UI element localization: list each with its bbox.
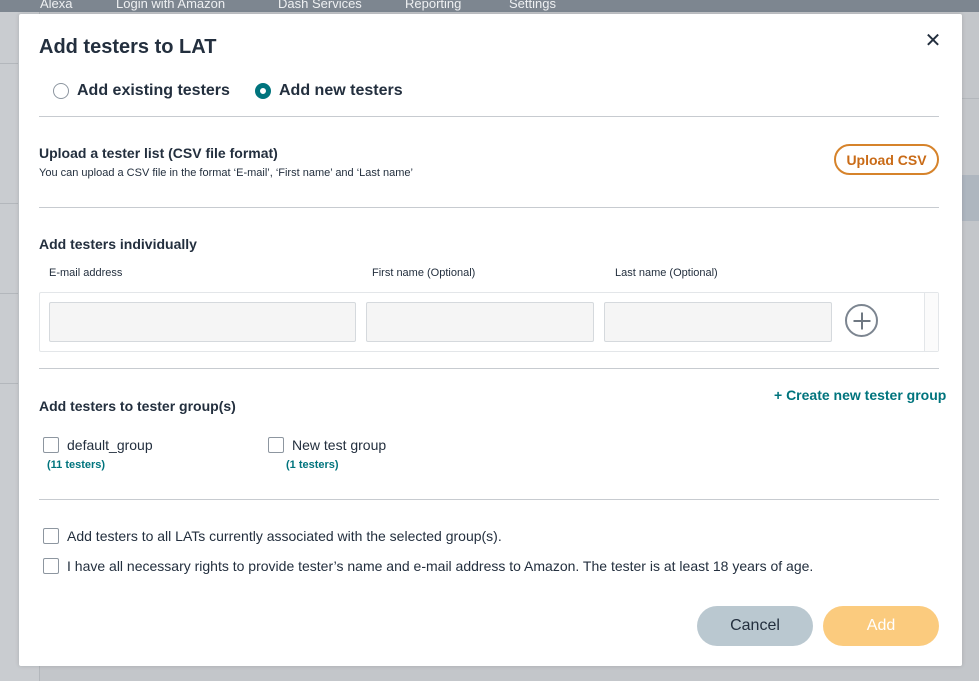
dialog-title: Add testers to LAT bbox=[39, 36, 217, 58]
background-divider bbox=[0, 293, 18, 294]
plus-circle-icon[interactable] bbox=[845, 304, 878, 337]
section-divider bbox=[39, 207, 939, 208]
radio-label: Add existing testers bbox=[77, 82, 230, 99]
group-checkbox-new-test-group[interactable] bbox=[268, 437, 284, 453]
associate-all-lats-checkbox[interactable] bbox=[43, 528, 59, 544]
close-icon[interactable]: ✕ bbox=[924, 31, 942, 51]
individual-section-title: Add testers individually bbox=[39, 236, 197, 252]
group-tester-count: (1 testers) bbox=[286, 459, 339, 471]
upload-section-description: You can upload a CSV file in the format … bbox=[39, 167, 413, 179]
background-top-nav: Alexa Login with Amazon Dash Services Re… bbox=[0, 0, 979, 12]
radio-add-new-testers[interactable]: Add new testers bbox=[255, 81, 403, 101]
background-divider bbox=[0, 203, 18, 204]
create-tester-group-link[interactable]: + Create new tester group bbox=[774, 387, 946, 403]
background-nav-dash-services: Dash Services bbox=[278, 0, 362, 11]
first-name-field[interactable] bbox=[366, 302, 594, 342]
rights-confirmation-checkbox[interactable] bbox=[43, 558, 59, 574]
tester-entry-panel bbox=[39, 292, 939, 352]
email-field[interactable] bbox=[49, 302, 356, 342]
first-name-column-label: First name (Optional) bbox=[372, 267, 476, 279]
background-nav-reporting: Reporting bbox=[405, 0, 462, 11]
group-name: default_group bbox=[67, 437, 153, 453]
upload-section-title: Upload a tester list (CSV file format) bbox=[39, 145, 278, 161]
radio-button[interactable] bbox=[53, 83, 69, 99]
upload-csv-button[interactable]: Upload CSV bbox=[834, 144, 939, 175]
group-name: New test group bbox=[292, 437, 387, 453]
background-header-cell bbox=[962, 175, 979, 221]
section-divider bbox=[39, 368, 939, 369]
background-nav-alexa: Alexa bbox=[40, 0, 73, 11]
add-testers-dialog: Add testers to LAT ✕ Add existing tester… bbox=[19, 14, 962, 666]
email-column-label: E-mail address bbox=[49, 267, 123, 279]
groups-section-title: Add testers to tester group(s) bbox=[39, 398, 236, 414]
section-divider bbox=[39, 499, 939, 500]
group-checkbox-default-group[interactable] bbox=[43, 437, 59, 453]
cancel-button[interactable]: Cancel bbox=[697, 606, 813, 646]
rights-confirmation-label: I have all necessary rights to provide t… bbox=[67, 558, 814, 574]
group-tester-count: (11 testers) bbox=[47, 459, 106, 471]
radio-add-existing-testers[interactable]: Add existing testers bbox=[53, 81, 230, 101]
background-divider bbox=[0, 383, 18, 384]
radio-button-selected[interactable] bbox=[255, 83, 271, 99]
scrollbar[interactable] bbox=[924, 293, 938, 351]
background-nav-login-with-amazon: Login with Amazon bbox=[116, 0, 226, 11]
section-divider bbox=[39, 116, 939, 117]
last-name-column-label: Last name (Optional) bbox=[615, 267, 718, 279]
associate-all-lats-label: Add testers to all LATs currently associ… bbox=[67, 528, 502, 544]
background-divider bbox=[962, 98, 979, 99]
background-divider bbox=[0, 63, 18, 64]
add-button[interactable]: Add bbox=[823, 606, 939, 646]
radio-label: Add new testers bbox=[279, 82, 403, 99]
last-name-field[interactable] bbox=[604, 302, 832, 342]
background-nav-settings: Settings bbox=[509, 0, 556, 11]
